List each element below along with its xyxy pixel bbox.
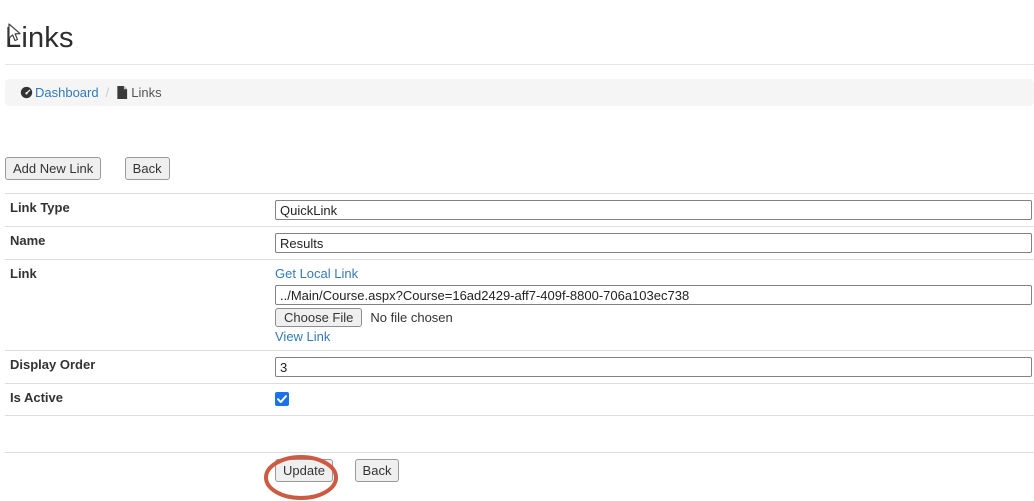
table-row-display-order: Display Order — [5, 351, 1034, 384]
table-row-spacer — [5, 416, 1034, 453]
table-row-actions: Update Back — [5, 453, 1034, 493]
link-type-label: Link Type — [5, 194, 270, 227]
page-title: Links — [5, 22, 1034, 55]
table-row-link: Link Get Local Link Choose File No file … — [5, 260, 1034, 351]
breadcrumb-separator: / — [106, 85, 110, 100]
breadcrumb-dashboard[interactable]: Dashboard — [20, 85, 99, 100]
table-row-link-type: Link Type — [5, 194, 1034, 227]
display-order-input[interactable] — [275, 357, 1032, 377]
breadcrumb-dashboard-link[interactable]: Dashboard — [35, 85, 99, 100]
choose-file-button[interactable]: Choose File — [275, 308, 362, 327]
table-row-is-active: Is Active — [5, 384, 1034, 416]
view-link[interactable]: View Link — [275, 329, 330, 344]
link-label: Link — [5, 260, 270, 351]
page-container: Links Dashboard / Links Add — [0, 22, 1034, 492]
file-status-text: No file chosen — [370, 310, 452, 325]
mouse-cursor-icon — [7, 23, 22, 43]
dashboard-gauge-icon — [20, 86, 33, 99]
name-label: Name — [5, 227, 270, 260]
display-order-label: Display Order — [5, 351, 270, 384]
link-form-table: Link Type Name Link Get Local Link Choos… — [5, 193, 1034, 492]
breadcrumb-current: Links — [116, 85, 161, 100]
breadcrumb: Dashboard / Links — [5, 79, 1034, 106]
title-divider — [5, 64, 1034, 65]
back-button-top[interactable]: Back — [125, 157, 170, 180]
breadcrumb-current-label: Links — [131, 85, 161, 100]
add-new-link-button[interactable]: Add New Link — [5, 157, 101, 180]
is-active-checkbox[interactable] — [275, 392, 289, 406]
link-url-input[interactable] — [275, 285, 1032, 305]
file-input: Choose File No file chosen — [275, 308, 1032, 327]
table-row-name: Name — [5, 227, 1034, 260]
toolbar: Add New Link Back — [5, 157, 1034, 180]
get-local-link[interactable]: Get Local Link — [275, 266, 358, 281]
is-active-label: Is Active — [5, 384, 270, 416]
link-type-input[interactable] — [275, 200, 1032, 220]
file-icon — [116, 86, 129, 99]
name-input[interactable] — [275, 233, 1032, 253]
